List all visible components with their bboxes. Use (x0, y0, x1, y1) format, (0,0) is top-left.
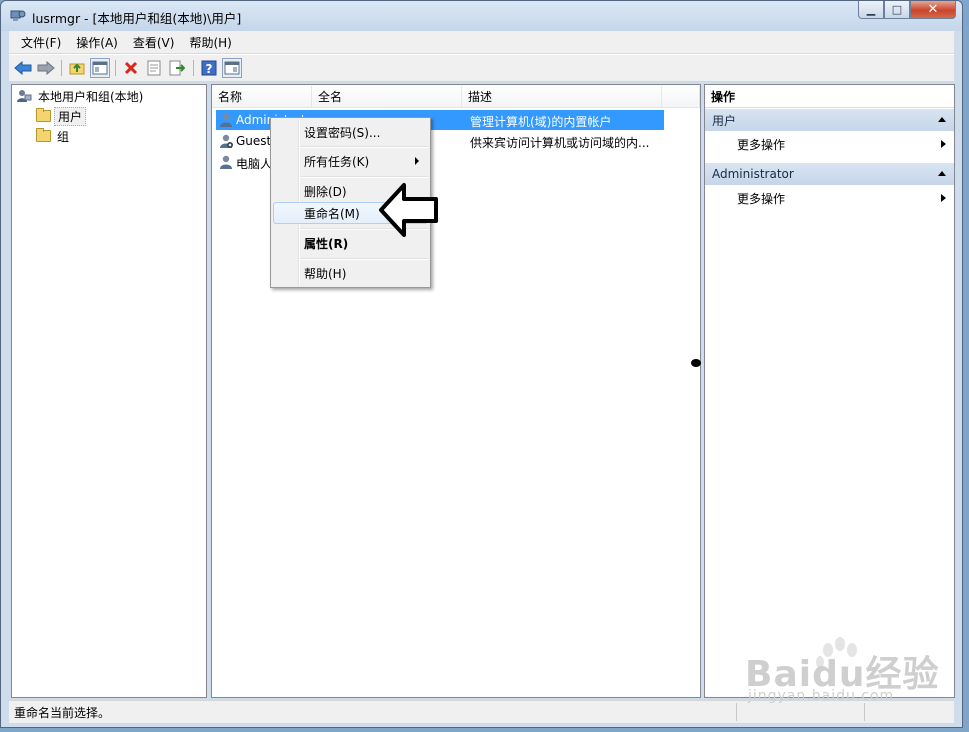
menu-file[interactable]: 文件(F) (15, 32, 67, 53)
more-actions-item[interactable]: 更多操作 (705, 187, 954, 209)
submenu-arrow-icon (941, 140, 946, 148)
section-header: 用户 (712, 113, 737, 128)
help-icon[interactable]: ? (199, 58, 219, 78)
splitter-handle[interactable] (691, 359, 701, 367)
menu-help[interactable]: 帮助(H) (183, 32, 237, 53)
ctx-all-tasks-label: 所有任务(K) (304, 154, 370, 169)
menu-separator (301, 258, 428, 260)
folder-icon (36, 128, 51, 142)
tree-item-groups[interactable]: 组 (36, 127, 72, 145)
title-bar[interactable]: lusrmgr - [本地用户和组(本地)\用户] ▁ □ ✕ (1, 1, 962, 31)
cell-name: 电脑人 (236, 157, 273, 171)
collapse-icon[interactable] (938, 171, 946, 176)
ctx-all-tasks[interactable]: 所有任务(K) (273, 150, 428, 172)
toolbar-separator (115, 60, 116, 76)
close-button[interactable]: ✕ (910, 1, 956, 19)
section-header: Administrator (712, 167, 794, 181)
more-actions-label: 更多操作 (737, 137, 786, 152)
tree-item-users[interactable]: 用户 (36, 106, 87, 126)
submenu-arrow-icon (941, 194, 946, 202)
tree-root-label: 本地用户和组(本地) (38, 89, 144, 104)
more-actions-item[interactable]: 更多操作 (705, 133, 954, 155)
actions-section-users[interactable]: 用户 (705, 109, 954, 131)
tree-item-label: 组 (57, 129, 70, 144)
status-divider (736, 703, 737, 721)
menu-bar: 文件(F) 操作(A) 查看(V) 帮助(H) (9, 31, 954, 53)
collapse-icon[interactable] (938, 117, 946, 122)
menu-separator (301, 146, 428, 148)
caption-buttons: ▁ □ ✕ (858, 1, 956, 21)
back-icon[interactable] (13, 58, 33, 78)
cell-description: 供来宾访问计算机或访问域的内... (470, 136, 650, 150)
console-tree: 本地用户和组(本地) 用户 组 (11, 84, 207, 698)
column-header-fullname[interactable]: 全名 (312, 86, 462, 108)
column-header-filler (662, 86, 700, 108)
actions-section-administrator[interactable]: Administrator (705, 163, 954, 185)
submenu-arrow-icon (415, 157, 419, 165)
window-title: lusrmgr - [本地用户和组(本地)\用户] (32, 11, 242, 26)
menu-action[interactable]: 操作(A) (70, 32, 124, 53)
tree-item-label: 用户 (54, 106, 87, 126)
status-text: 重命名当前选择。 (14, 705, 111, 720)
forward-icon[interactable] (36, 58, 56, 78)
delete-icon[interactable] (121, 58, 141, 78)
pointing-arrow-icon (379, 183, 438, 237)
show-hide-tree-icon[interactable] (90, 58, 110, 78)
ctx-help[interactable]: 帮助(H) (273, 262, 428, 284)
menu-view[interactable]: 查看(V) (127, 32, 181, 53)
user-icon (220, 134, 233, 148)
watermark-url: jingyan.baidu.com (748, 688, 895, 704)
more-actions-label: 更多操作 (737, 191, 786, 206)
actions-title: 操作 (705, 85, 954, 108)
up-folder-icon[interactable] (67, 58, 87, 78)
column-header-name[interactable]: 名称 (212, 86, 312, 108)
cell-name: Guest (236, 134, 272, 148)
ctx-set-password[interactable]: 设置密码(S)... (273, 121, 428, 143)
svg-text:?: ? (206, 62, 213, 76)
app-window: lusrmgr - [本地用户和组(本地)\用户] ▁ □ ✕ 文件(F) 操作… (0, 0, 963, 728)
user-icon (220, 113, 232, 127)
toolbar-separator (61, 60, 62, 76)
toolbar-separator (193, 60, 194, 76)
properties-icon[interactable] (144, 58, 164, 78)
column-header-description[interactable]: 描述 (462, 86, 662, 108)
users-groups-icon (17, 90, 32, 102)
minimize-button[interactable]: ▁ (858, 1, 884, 19)
maximize-button[interactable]: □ (884, 1, 910, 19)
user-icon (220, 155, 232, 169)
cell-description: 管理计算机(域)的内置帐户 (470, 115, 612, 129)
toolbar: ? (9, 54, 954, 82)
folder-icon (36, 108, 51, 122)
tree-root[interactable]: 本地用户和组(本地) (16, 87, 146, 105)
export-list-icon[interactable] (167, 58, 187, 78)
menu-separator (301, 176, 428, 178)
actions-pane: 操作 用户 更多操作 Administrator 更多操作 (704, 84, 955, 698)
computer-management-icon (10, 10, 26, 21)
show-hide-action-pane-icon[interactable] (222, 58, 242, 78)
